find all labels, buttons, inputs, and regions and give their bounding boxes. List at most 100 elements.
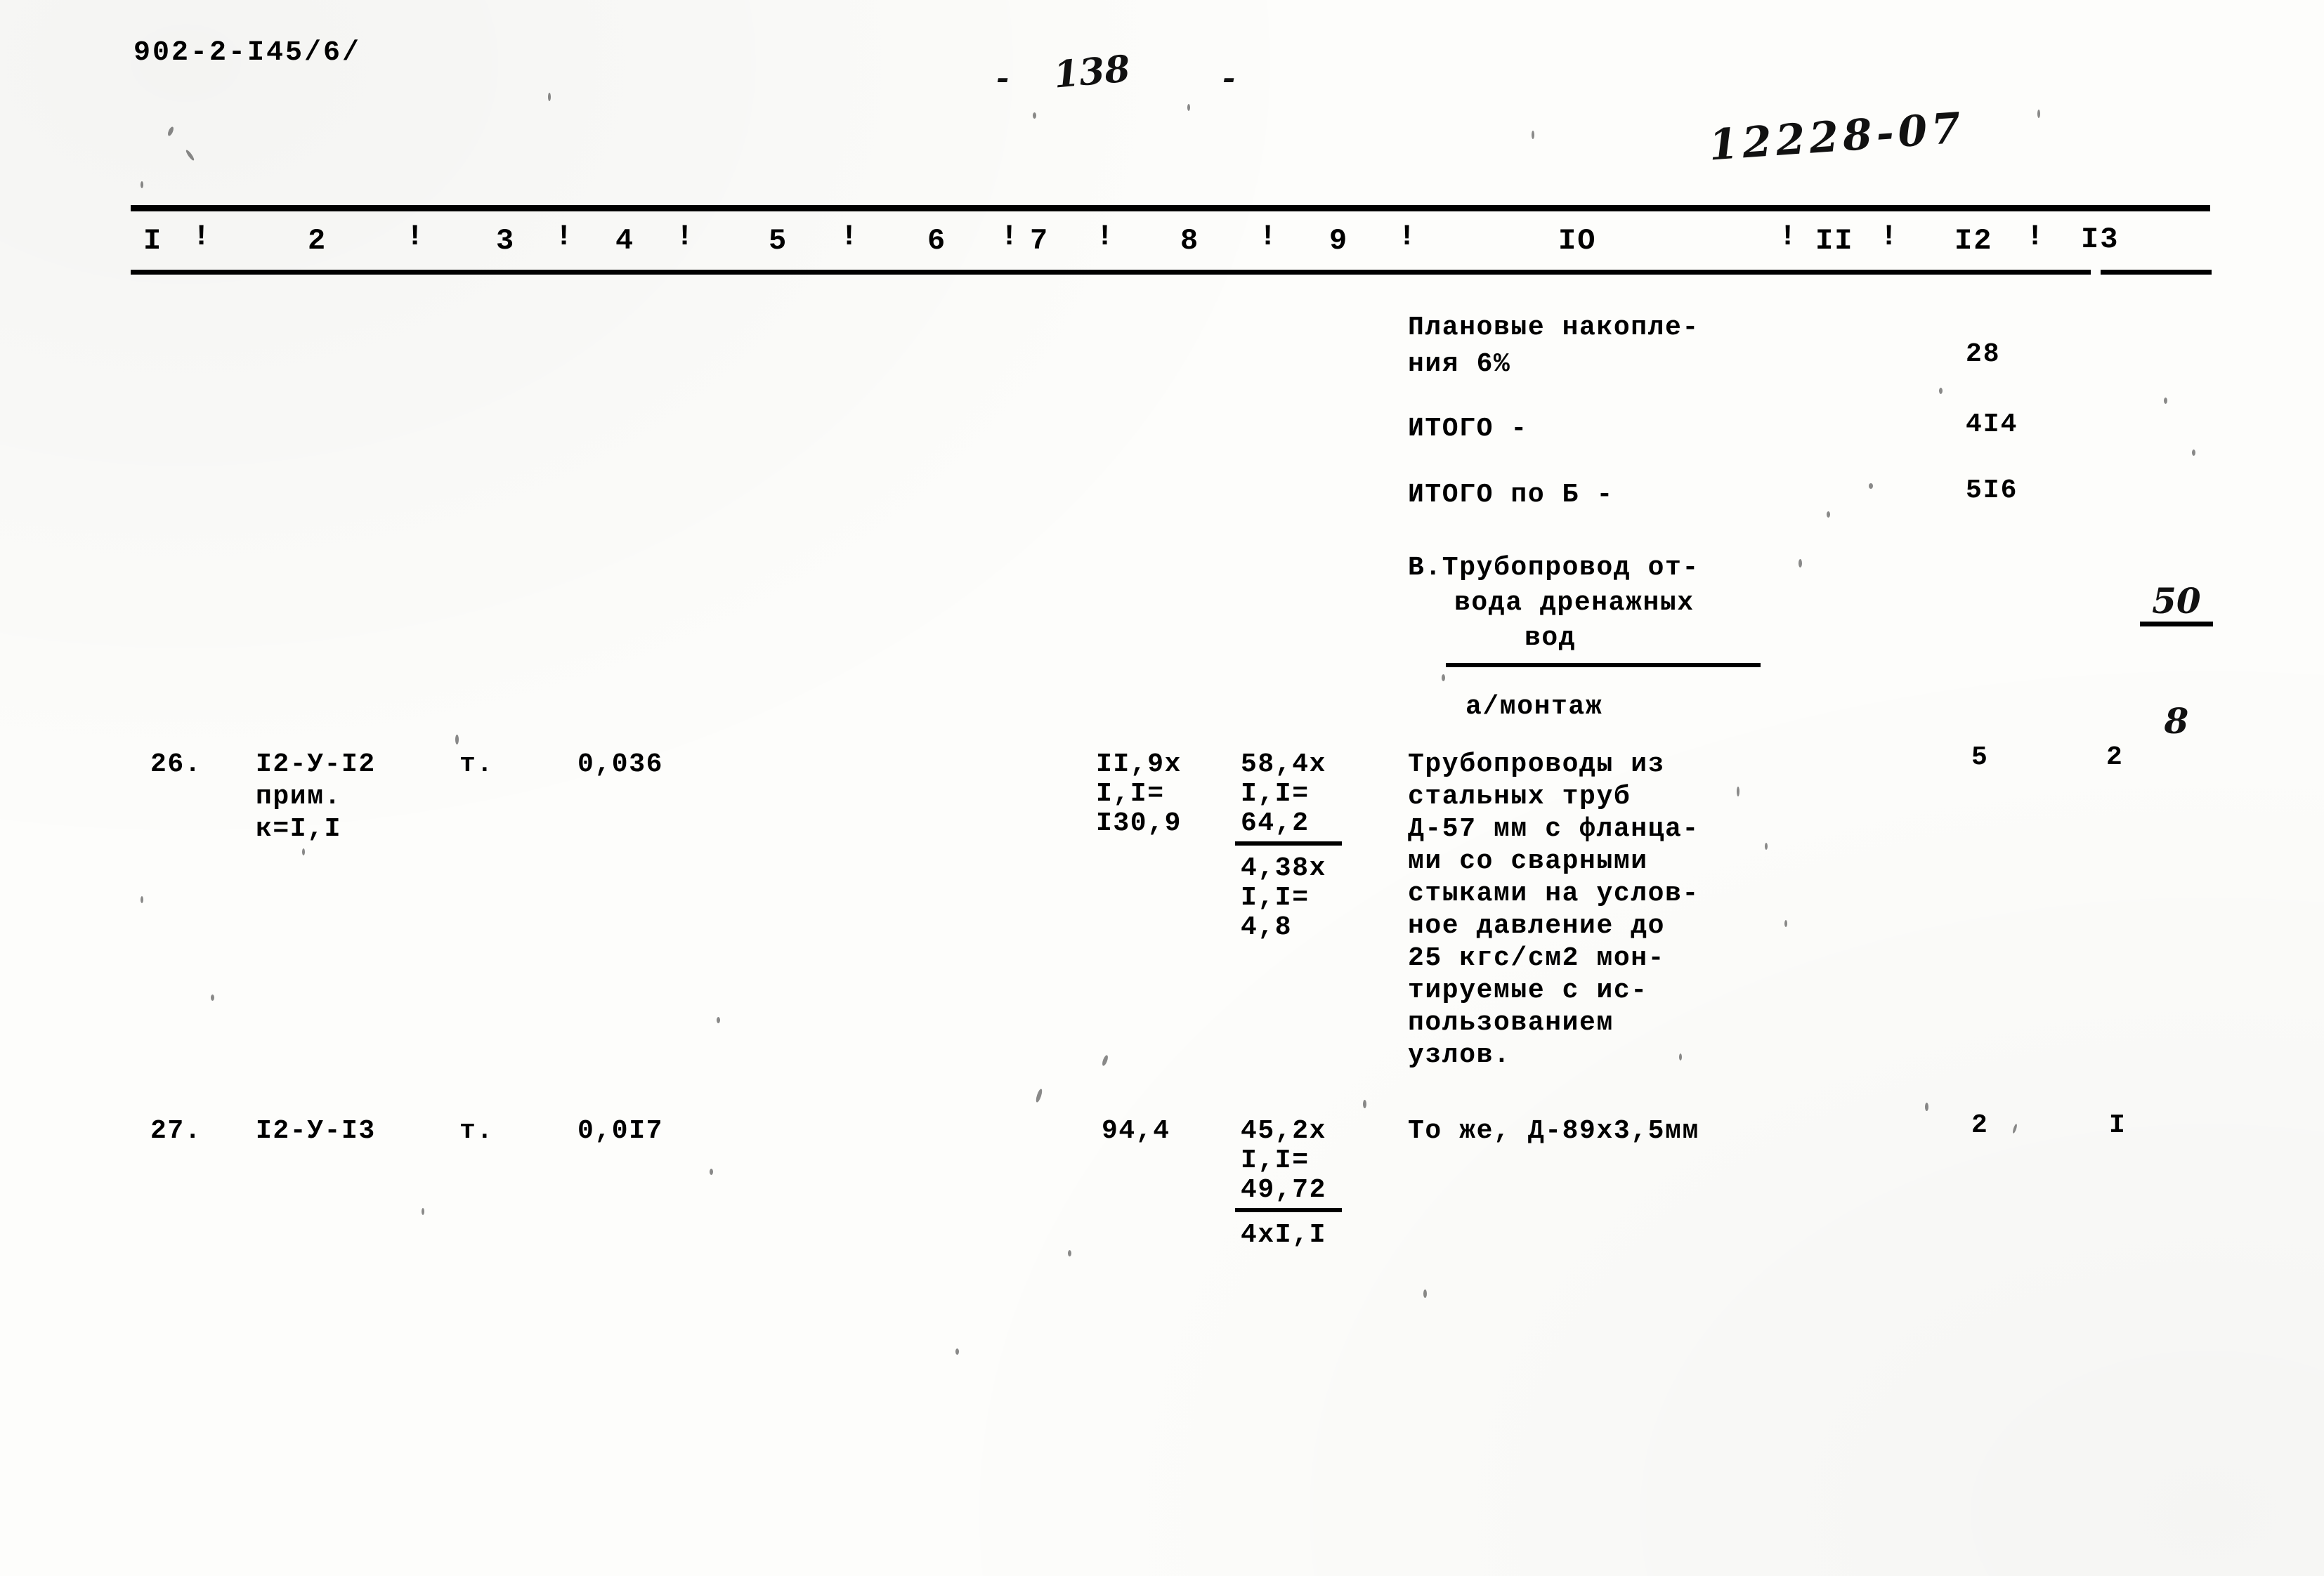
scan-speckle — [2192, 449, 2195, 456]
handwritten-fraction-col13: 50 8 — [2091, 468, 2214, 857]
column-separator: ! — [2026, 220, 2046, 254]
scan-speckle — [710, 1169, 713, 1175]
column-separator: ! — [1259, 220, 1279, 254]
scan-speckle — [1033, 112, 1036, 119]
section-heading-underline — [1446, 663, 1761, 667]
row-26-quantity: 0,036 — [577, 749, 664, 780]
column-number-2: 2 — [308, 224, 327, 258]
row-26-number: 26. — [150, 749, 202, 780]
summary-label-planned-savings-line2: ния 6% — [1408, 349, 1511, 379]
row-26-col9-extra-line3: 4,8 — [1241, 912, 1293, 943]
scan-speckle — [211, 994, 214, 1001]
scan-speckle — [1765, 843, 1768, 850]
row-26-col9-extra-line1: 4,38x — [1241, 853, 1327, 884]
column-number-4: 4 — [615, 224, 635, 258]
page-marker-right: - — [1222, 60, 1236, 96]
column-separator: ! — [1096, 220, 1116, 254]
row-26-col8-line2: I,I= — [1096, 779, 1165, 809]
series-code: 902-2-I45/6/ — [133, 37, 362, 69]
scan-speckle — [185, 149, 195, 162]
row-27-quantity: 0,0I7 — [577, 1116, 664, 1146]
section-heading-line1: В.Трубопровод от- — [1408, 553, 1699, 583]
column-separator: ! — [192, 220, 212, 254]
row-26-unit: т. — [459, 749, 494, 780]
row-27-col13-value: I — [2109, 1110, 2127, 1141]
scan-speckle — [2164, 398, 2167, 404]
column-number-9: 9 — [1329, 224, 1349, 258]
row-26-description-line-2: стальных труб — [1408, 782, 1631, 812]
row-26-col8-line3: I30,9 — [1096, 808, 1182, 839]
row-26-description-line-9: пользованием — [1408, 1008, 1614, 1038]
column-separator: ! — [676, 220, 696, 254]
row-27-unit: т. — [459, 1116, 494, 1146]
scan-speckle — [141, 181, 143, 188]
column-number-5: 5 — [769, 224, 788, 258]
scan-speckle — [1101, 1054, 1109, 1067]
scan-speckle — [717, 1017, 720, 1023]
row-26-code: I2-У-I2 — [256, 749, 376, 780]
row-26-col9-line3: 64,2 — [1241, 808, 1310, 839]
scan-speckle — [1925, 1103, 1928, 1111]
scan-speckle — [1737, 787, 1739, 796]
column-number-8: 8 — [1180, 224, 1200, 258]
row-26-col9-line1: 58,4x — [1241, 749, 1327, 780]
summary-value-planned-savings-col12: 28 — [1966, 339, 2001, 369]
row-26-description-line-10: узлов. — [1408, 1040, 1511, 1070]
row-27-description-line-1: То же, Д-89х3,5мм — [1408, 1116, 1699, 1146]
column-number-13: I3 — [2081, 223, 2120, 256]
scan-speckle — [2011, 1123, 2018, 1134]
scan-speckle — [422, 1208, 424, 1215]
scan-speckle — [455, 735, 459, 744]
column-separator: ! — [555, 220, 575, 254]
scan-speckle — [1423, 1289, 1427, 1298]
row-27-code: I2-У-I3 — [256, 1116, 376, 1146]
row-26-description-line-5: стыками на услов- — [1408, 879, 1699, 909]
row-27-col9-line2: I,I= — [1241, 1145, 1310, 1176]
row-26-col9-line2: I,I= — [1241, 779, 1310, 809]
row-26-col13-value: 2 — [2106, 742, 2124, 773]
row-27-col8-line1: 94,4 — [1102, 1116, 1170, 1146]
scan-speckle — [1827, 511, 1830, 518]
table-top-rule — [131, 205, 2210, 211]
summary-label-total: ИТОГО - — [1408, 414, 1528, 444]
row-26-description-line-7: 25 кгс/см2 мон- — [1408, 943, 1666, 973]
column-separator: ! — [840, 220, 860, 254]
column-number-10: IO — [1558, 224, 1597, 258]
column-number-12: I2 — [1954, 224, 1993, 258]
scan-speckle — [1035, 1088, 1043, 1103]
row-26-description-line-4: ми со сварными — [1408, 846, 1648, 876]
row-27-col9-line3: 49,72 — [1241, 1175, 1327, 1205]
row-27-number: 27. — [150, 1116, 202, 1146]
row-26-col9-extra-line2: I,I= — [1241, 883, 1310, 913]
row-26-note-2: к=I,I — [256, 814, 342, 844]
column-separator: ! — [1000, 220, 1020, 254]
document-page: 902-2-I45/6/ - 138 - 12228-07 I ! 2 ! 3 … — [0, 0, 2324, 1576]
scan-speckle — [1363, 1100, 1366, 1108]
column-separator: ! — [1779, 220, 1799, 254]
row-26-description-line-8: тируемые с ис- — [1408, 976, 1648, 1006]
row-26-note-1: прим. — [256, 782, 342, 812]
row-26-col8-line1: II,9x — [1096, 749, 1182, 780]
row-26-description-line-6: ное давление до — [1408, 911, 1666, 941]
scan-speckle — [141, 896, 143, 903]
scan-speckle — [1679, 1053, 1682, 1060]
scan-speckle — [1939, 388, 1943, 394]
scan-speckle — [1784, 920, 1787, 927]
row-27-col9-underline — [1235, 1208, 1342, 1212]
section-subheading: а/монтаж — [1465, 692, 1603, 722]
row-26-description-line-1: Трубопроводы из — [1408, 749, 1666, 780]
scan-speckle — [1442, 674, 1445, 681]
scan-speckle — [548, 93, 551, 101]
scan-speckle — [1799, 559, 1802, 567]
summary-value-total-b-col12: 5I6 — [1966, 475, 2018, 506]
row-26-col9-underline — [1235, 841, 1342, 846]
scan-speckle — [1869, 483, 1873, 489]
scan-speckle — [1068, 1250, 1071, 1256]
scan-speckle — [1532, 131, 1534, 139]
column-number-11: II — [1815, 224, 1854, 258]
summary-value-total-col12: 4I4 — [1966, 409, 2018, 440]
scan-speckle — [1187, 104, 1190, 111]
column-number-1: I — [143, 224, 163, 258]
section-heading-line3: вод — [1525, 623, 1576, 653]
page-marker-left: - — [996, 60, 1010, 96]
